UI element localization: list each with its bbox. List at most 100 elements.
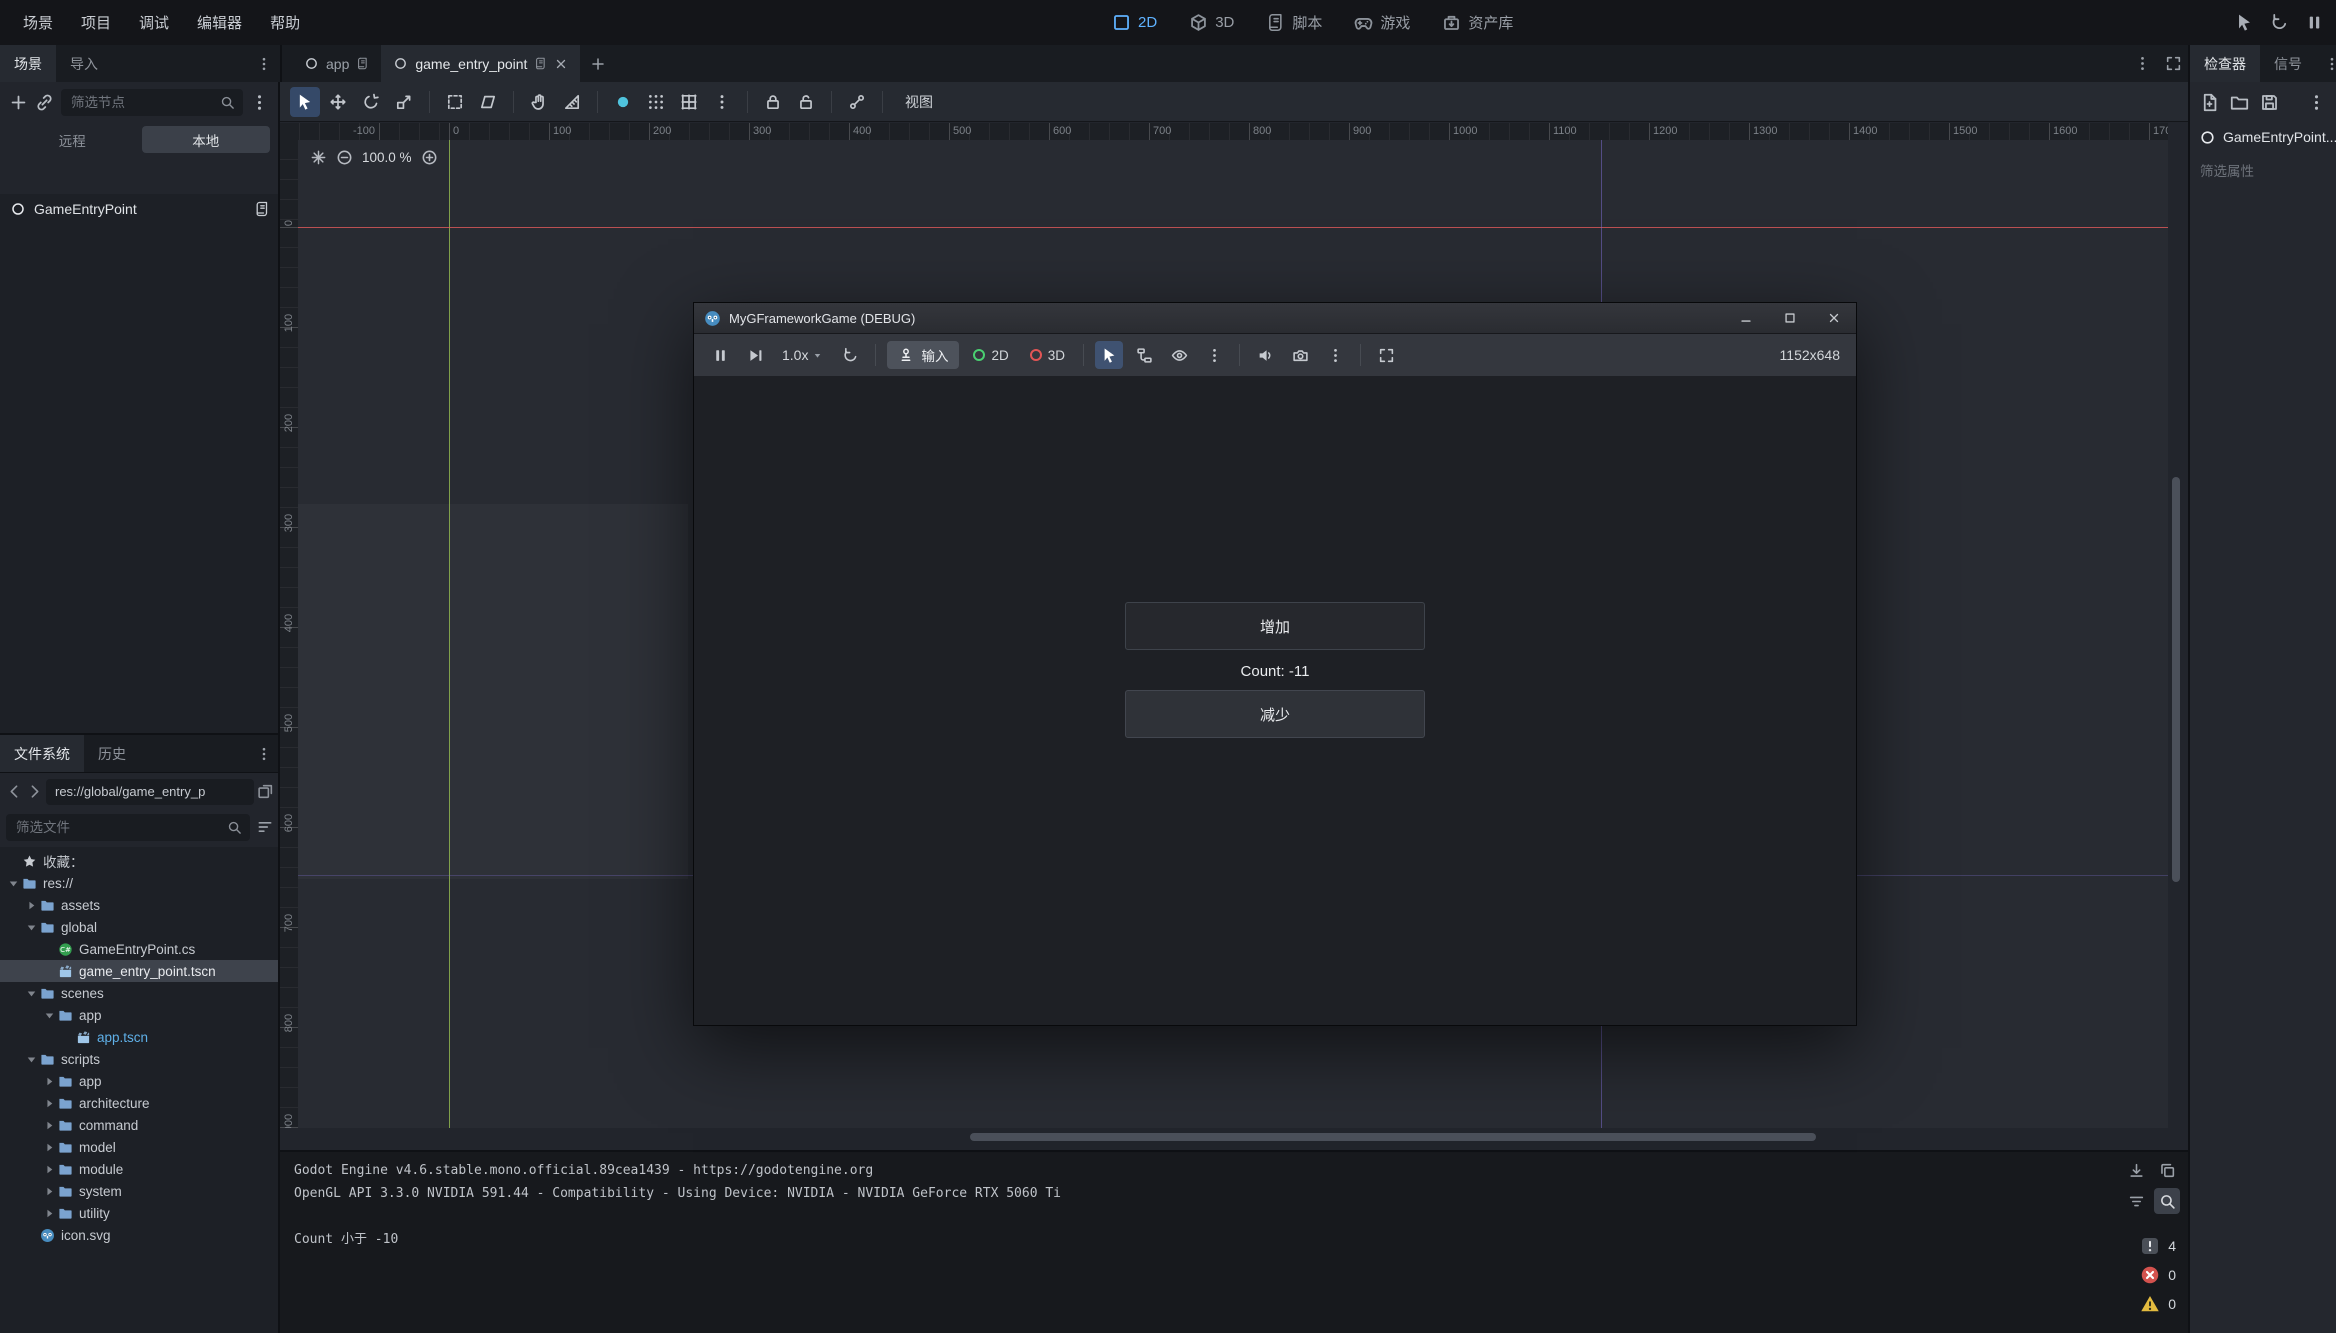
mute-audio-button[interactable]	[1251, 341, 1279, 369]
new-resource-icon[interactable]	[2200, 93, 2219, 112]
sort-files-icon[interactable]	[256, 818, 274, 836]
tree-arrow-icon[interactable]	[42, 1184, 57, 1199]
file-tree-item[interactable]: app	[0, 1070, 280, 1092]
filesystem-menu-icon[interactable]	[256, 746, 272, 762]
zoom-out-icon[interactable]	[336, 149, 353, 166]
view-menu-button[interactable]: 视图	[893, 87, 945, 117]
scene-dock-menu-icon[interactable]	[256, 56, 272, 72]
output-badge-log[interactable]: 4	[2140, 1236, 2176, 1256]
menubar-item-4[interactable]: 编辑器	[184, 7, 255, 38]
local-view-button[interactable]: 本地	[142, 126, 271, 153]
pick-options-menu[interactable]	[1200, 341, 1228, 369]
split-filesystem-icon[interactable]	[257, 783, 274, 800]
shear-tool[interactable]	[473, 87, 503, 117]
embed-fullscreen-button[interactable]	[1372, 341, 1400, 369]
file-tree-item[interactable]: game_entry_point.tscn	[0, 960, 280, 982]
tree-arrow-icon[interactable]	[24, 898, 39, 913]
output-badge-error[interactable]: 0	[2140, 1265, 2176, 1285]
camera-override-button[interactable]	[1286, 341, 1314, 369]
tab-scene-dock[interactable]: 场景	[0, 45, 56, 82]
copy-log-button[interactable]	[2154, 1157, 2180, 1183]
restart-game-icon[interactable]	[2270, 13, 2289, 32]
file-tree-item[interactable]: module	[0, 1158, 280, 1180]
input-mode-button[interactable]: 输入	[887, 341, 959, 369]
game-pause-button[interactable]	[706, 341, 734, 369]
node-type-button[interactable]	[1130, 341, 1158, 369]
canvas-hscrollbar[interactable]	[298, 1129, 2168, 1145]
tree-arrow-icon[interactable]	[6, 876, 21, 891]
scene-tab[interactable]: app	[292, 45, 381, 82]
box-select-tool[interactable]	[440, 87, 470, 117]
next-frame-button[interactable]	[741, 341, 769, 369]
remote-view-button[interactable]: 远程	[8, 126, 137, 153]
tree-arrow-icon[interactable]	[42, 1008, 57, 1023]
ruler-tool[interactable]	[557, 87, 587, 117]
output-badge-warning[interactable]: 0	[2140, 1294, 2176, 1314]
filter-files-box[interactable]	[6, 814, 250, 841]
workspace-mode2d-button[interactable]: 2D	[1100, 8, 1169, 37]
file-tree-item[interactable]: utility	[0, 1202, 280, 1224]
tree-arrow-icon[interactable]	[42, 1162, 57, 1177]
close-tab-icon[interactable]	[554, 57, 568, 71]
menubar-item-5[interactable]: 帮助	[257, 7, 313, 38]
file-tree-item[interactable]: res://	[0, 872, 280, 894]
tab-inspector[interactable]: 检查器	[2190, 45, 2260, 82]
minimize-button[interactable]	[1724, 303, 1768, 333]
tree-arrow-icon[interactable]	[24, 1052, 39, 1067]
tree-arrow-icon[interactable]	[24, 986, 39, 1001]
tree-arrow-icon[interactable]	[42, 1118, 57, 1133]
filter-nodes-input[interactable]	[69, 94, 214, 111]
file-tree-item[interactable]: scenes	[0, 982, 280, 1004]
file-tree-item[interactable]: 收藏：	[0, 850, 280, 872]
save-log-button[interactable]	[2123, 1157, 2149, 1183]
load-resource-icon[interactable]	[2230, 93, 2249, 112]
file-tree-item[interactable]: command	[0, 1114, 280, 1136]
zoom-in-icon[interactable]	[421, 149, 438, 166]
current-path-input[interactable]	[53, 783, 247, 800]
menubar-item-1[interactable]: 场景	[10, 7, 66, 38]
search-log-button[interactable]	[2154, 1188, 2180, 1214]
workspace-mode3d-button[interactable]: 3D	[1177, 8, 1246, 37]
canvas-vscrollbar[interactable]	[2168, 140, 2184, 1128]
menubar-item-2[interactable]: 项目	[68, 7, 124, 38]
zoom-level[interactable]: 100.0 %	[362, 150, 412, 165]
file-tree-item[interactable]: global	[0, 916, 280, 938]
forward-icon[interactable]	[26, 783, 43, 800]
menubar-item-3[interactable]: 调试	[126, 7, 182, 38]
increase-button[interactable]: 增加	[1125, 602, 1425, 650]
mode-3d-button[interactable]: 3D	[1023, 348, 1072, 363]
add-node-icon[interactable]	[9, 93, 28, 112]
pan-tool[interactable]	[524, 87, 554, 117]
tab-filesystem[interactable]: 文件系统	[0, 735, 84, 772]
smart-snap-toggle[interactable]	[608, 87, 638, 117]
instance-scene-icon[interactable]	[35, 93, 54, 112]
file-tree-item[interactable]: architecture	[0, 1092, 280, 1114]
path-box[interactable]	[46, 779, 254, 805]
lock-node-button[interactable]	[758, 87, 788, 117]
tree-arrow-icon[interactable]	[42, 1140, 57, 1155]
select-tool[interactable]	[290, 87, 320, 117]
inspector-menu-icon[interactable]	[2307, 93, 2326, 112]
file-tree-item[interactable]: app.tscn	[0, 1026, 280, 1048]
distraction-free-icon[interactable]	[2165, 55, 2182, 72]
save-resource-icon[interactable]	[2260, 93, 2279, 112]
visibility-button[interactable]	[1165, 341, 1193, 369]
workspace-gamepad-button[interactable]: 游戏	[1342, 7, 1422, 38]
scene-tree-menu-icon[interactable]	[250, 93, 269, 112]
back-icon[interactable]	[6, 783, 23, 800]
workspace-assetlib-button[interactable]: 资产库	[1430, 7, 1525, 38]
inspector-dock-menu-icon[interactable]	[2324, 56, 2336, 72]
file-tree-item[interactable]: icon.svg	[0, 1224, 280, 1246]
inspected-node-row[interactable]: GameEntryPoint...	[2190, 122, 2336, 152]
filter-files-input[interactable]	[14, 819, 221, 836]
file-tree-item[interactable]: model	[0, 1136, 280, 1158]
skeleton-options[interactable]	[842, 87, 872, 117]
file-tree-item[interactable]: app	[0, 1004, 280, 1026]
hscroll-thumb[interactable]	[970, 1133, 1816, 1141]
decrease-button[interactable]: 减少	[1125, 690, 1425, 738]
snap-menu[interactable]	[707, 87, 737, 117]
file-tree-item[interactable]: system	[0, 1180, 280, 1202]
mode-2d-button[interactable]: 2D	[966, 348, 1015, 363]
scene-tab[interactable]: game_entry_point	[381, 45, 580, 82]
file-tree-item[interactable]: assets	[0, 894, 280, 916]
